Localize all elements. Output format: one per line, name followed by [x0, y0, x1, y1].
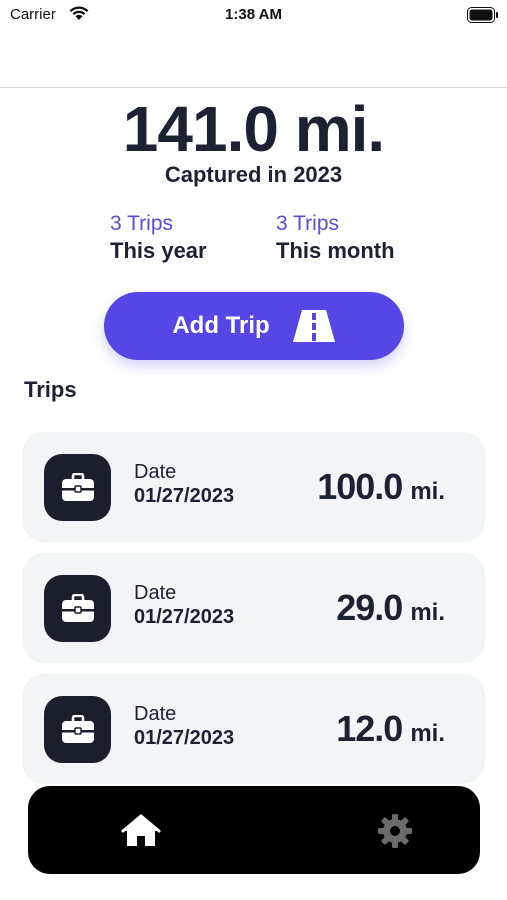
trip-distance-unit: mi. — [410, 720, 445, 747]
trip-distance: 29.0 mi. — [336, 587, 445, 629]
total-distance: 141.0 mi. — [122, 93, 385, 165]
trip-distance-value: 29.0 — [336, 587, 403, 628]
trip-distance-unit: mi. — [410, 478, 445, 505]
tab-home[interactable] — [121, 812, 161, 850]
gear-icon — [378, 814, 412, 848]
stat-this-month: 3 Trips This month — [276, 211, 395, 265]
tab-settings[interactable] — [375, 812, 415, 850]
total-caption: Captured in 2023 — [164, 162, 343, 187]
trip-date: 01/27/2023 — [134, 727, 235, 749]
trips-section-title: Trips — [24, 377, 77, 402]
trip-distance: 12.0 mi. — [336, 708, 445, 750]
stat-month-count: 3 Trips — [276, 212, 340, 235]
trip-card[interactable]: Date 01/27/2023 100.0 mi. — [22, 432, 485, 542]
trip-distance: 100.0 mi. — [317, 466, 445, 508]
stat-year-label: This year — [110, 238, 207, 263]
trip-icon-badge — [44, 696, 111, 763]
tab-bar — [28, 786, 480, 874]
trip-date: 01/27/2023 — [134, 485, 235, 507]
briefcase-icon — [61, 714, 94, 743]
trip-distance-unit: mi. — [410, 599, 445, 626]
status-bar: Carrier 1:38 AM — [0, 0, 507, 30]
trip-icon-badge — [44, 454, 111, 521]
add-trip-label: Add Trip — [172, 312, 270, 339]
status-time: 1:38 AM — [225, 6, 282, 23]
trip-card[interactable]: Date 01/27/2023 12.0 mi. — [22, 674, 485, 784]
briefcase-icon — [61, 593, 94, 622]
road-icon — [292, 310, 335, 342]
add-trip-button[interactable]: Add Trip — [104, 292, 404, 360]
trip-distance-value: 12.0 — [336, 708, 403, 749]
trip-date-label: Date — [134, 582, 177, 604]
stat-month-label: This month — [276, 238, 395, 263]
trip-card[interactable]: Date 01/27/2023 29.0 mi. — [22, 553, 485, 663]
trip-date-label: Date — [134, 461, 177, 483]
battery-icon — [467, 7, 498, 23]
home-icon — [121, 814, 161, 846]
stat-year-count: 3 Trips — [110, 212, 174, 235]
stat-this-year: 3 Trips This year — [110, 211, 207, 265]
briefcase-icon — [61, 472, 94, 501]
trip-distance-value: 100.0 — [317, 466, 403, 507]
trip-date-label: Date — [134, 703, 177, 725]
nav-divider — [0, 87, 507, 88]
trip-icon-badge — [44, 575, 111, 642]
trip-date: 01/27/2023 — [134, 606, 235, 628]
